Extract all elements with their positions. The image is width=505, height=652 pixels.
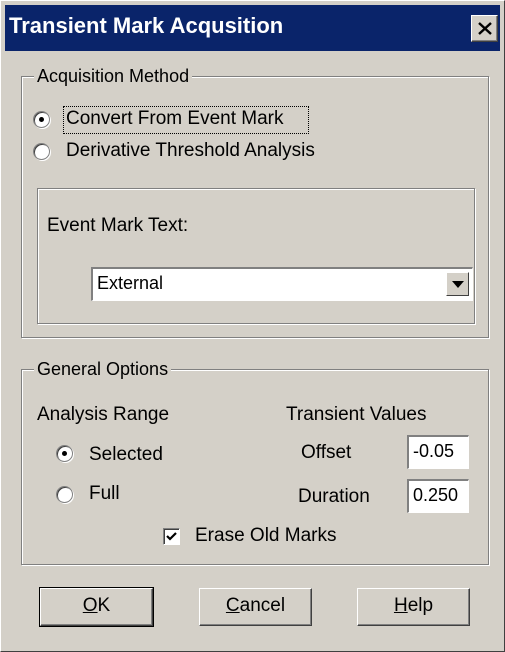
convert-from-event-mark-label[interactable]: Convert From Event Mark [66,108,284,130]
offset-label: Offset [301,442,352,463]
cancel-mnemonic: C [225,595,240,616]
radio-selected-dot [62,451,67,456]
help-label-rest: elp [407,595,434,616]
dropdown-button[interactable] [446,272,469,296]
offset-field[interactable]: -0.05 [407,435,469,469]
analysis-range-label: Analysis Range [37,404,170,425]
convert-from-event-mark-radio[interactable] [33,111,50,128]
event-mark-text-label: Event Mark Text: [47,215,189,236]
range-full-label[interactable]: Full [89,483,120,505]
cancel-label-rest: ancel [239,595,286,616]
range-full-radio[interactable] [56,486,73,503]
range-selected-radio[interactable] [56,445,73,462]
derivative-threshold-analysis-radio[interactable] [33,143,50,160]
help-button[interactable]: Help [357,588,470,626]
radio-selected-dot [39,117,44,122]
duration-label: Duration [298,486,370,507]
transient-mark-dialog: Transient Mark Acqusition Acquisition Me… [0,0,505,652]
window-title: Transient Mark Acqusition [9,13,284,38]
checkmark-icon [166,532,177,541]
offset-value: -0.05 [413,441,455,461]
ok-label-rest: K [97,595,111,616]
chevron-down-icon [452,281,464,288]
duration-field[interactable]: 0.250 [407,479,469,513]
ok-mnemonic: O [82,595,98,616]
acquisition-method-legend: Acquisition Method [34,66,193,86]
ok-button[interactable]: OK [39,587,154,627]
event-mark-text-value: External [97,273,164,293]
close-button[interactable] [471,15,498,42]
help-mnemonic: H [393,595,408,616]
general-options-legend: General Options [34,359,172,379]
erase-old-marks-checkbox[interactable] [163,528,180,545]
event-mark-text-select[interactable]: External [91,267,473,301]
cancel-button[interactable]: Cancel [199,588,312,626]
duration-value: 0.250 [413,485,459,505]
close-icon [478,22,492,35]
title-bar[interactable]: Transient Mark Acqusition [5,5,500,51]
erase-old-marks-label[interactable]: Erase Old Marks [195,525,336,547]
transient-values-label: Transient Values [286,404,427,425]
derivative-threshold-analysis-label[interactable]: Derivative Threshold Analysis [66,140,315,162]
event-mark-panel [37,188,475,324]
range-selected-label[interactable]: Selected [89,444,163,466]
